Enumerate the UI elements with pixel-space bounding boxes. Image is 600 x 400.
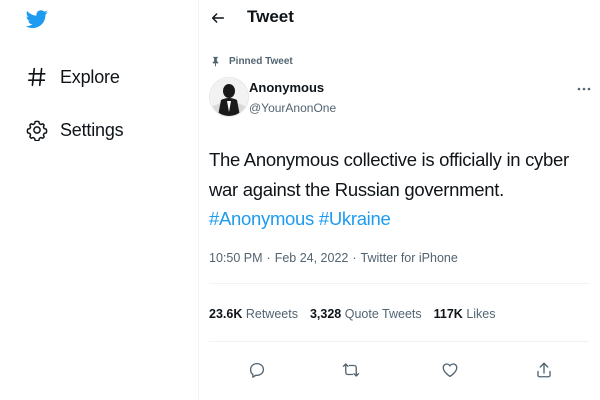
tweet-stats: 23.6K Retweets 3,328 Quote Tweets 117K L… [209,307,508,321]
sidebar: Explore Settings [0,0,198,400]
sidebar-item-settings[interactable]: Settings [24,113,124,147]
quote-tweets-count: 3,328 [309,307,342,321]
reply-icon[interactable] [246,359,268,381]
back-arrow-icon[interactable] [207,7,229,29]
header: Tweet [199,0,600,36]
quote-tweets-stat[interactable]: 3,328 Quote Tweets [310,307,422,321]
likes-count: 117K [433,307,463,321]
tweet-source[interactable]: Twitter for iPhone [361,251,458,265]
avatar[interactable] [209,77,249,117]
tweet-detail-column: Tweet Pinned Tweet Anonymous @YourAnonOn… [198,0,600,400]
divider [209,341,589,342]
hashtag-link[interactable]: #Ukraine [319,208,391,229]
retweets-label: Retweets [245,307,298,321]
quote-tweets-label: Quote Tweets [344,307,422,321]
separator: · [266,251,271,265]
tweet-date[interactable]: Feb 24, 2022 [275,251,349,265]
more-options-icon[interactable] [573,82,595,96]
divider [209,283,589,284]
page-title: Tweet [247,7,294,26]
likes-label: Likes [466,307,496,321]
tweet-time[interactable]: 10:50 PM [209,251,263,265]
separator: · [352,251,357,265]
retweet-icon[interactable] [340,359,362,381]
sidebar-item-label: Explore [60,66,120,87]
pinned-indicator: Pinned Tweet [209,55,293,67]
retweets-count: 23.6K [209,307,243,321]
pin-icon [209,55,221,67]
sidebar-item-explore[interactable]: Explore [24,60,120,94]
author-name[interactable]: Anonymous [249,80,324,95]
gear-icon [24,117,50,143]
sidebar-item-label: Settings [60,119,124,140]
pinned-label: Pinned Tweet [229,55,293,67]
tweet-text: The Anonymous collective is officially i… [209,145,589,234]
tweet-metadata: 10:50 PM · Feb 24, 2022 · Twitter for iP… [209,251,458,265]
twitter-bird-icon[interactable] [25,8,48,30]
like-icon[interactable] [439,359,461,381]
share-icon[interactable] [533,359,555,381]
tweet-actions [199,355,600,385]
tweet-body: The Anonymous collective is officially i… [209,149,569,200]
hashtag-link[interactable]: #Anonymous [209,208,314,229]
retweets-stat[interactable]: 23.6K Retweets [209,307,298,321]
hashtag-icon [24,64,50,90]
author-handle[interactable]: @YourAnonOne [249,101,336,115]
likes-stat[interactable]: 117K Likes [434,307,496,321]
